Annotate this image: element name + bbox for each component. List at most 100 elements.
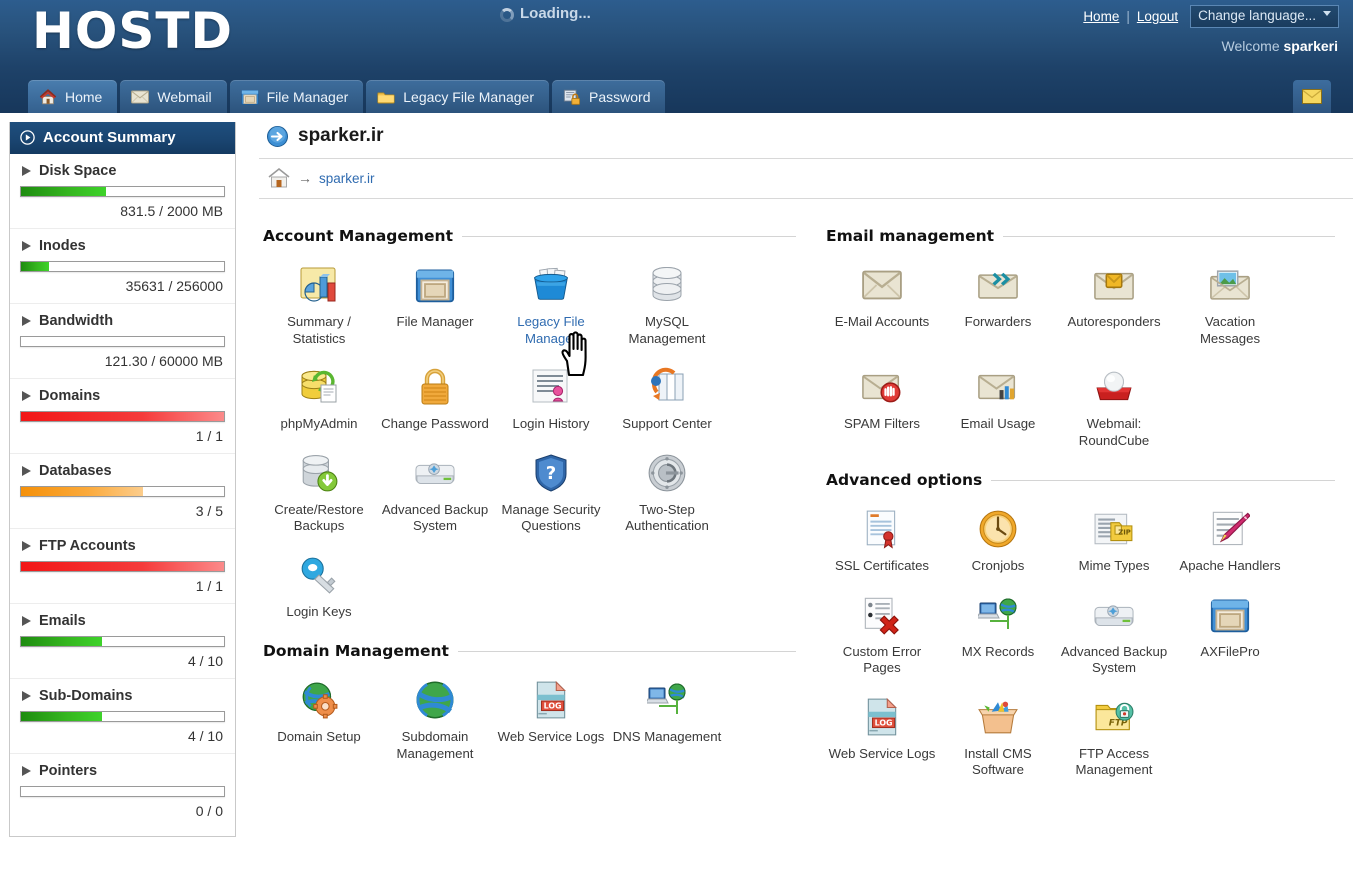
meter-title[interactable]: Bandwidth [20, 310, 225, 336]
network-globe-icon [978, 598, 1017, 629]
tile-phpmyadmin[interactable]: phpMyAdmin [261, 355, 377, 441]
logout-link[interactable]: Logout [1137, 9, 1178, 24]
tile-legacy-file-manager[interactable]: Legacy File Manager [493, 253, 609, 355]
tile-spam-filters[interactable]: SPAM Filters [824, 355, 940, 457]
tile-label: Create/Restore Backups [274, 501, 364, 534]
tile-icon-wrap [1208, 263, 1252, 307]
tab-webmail[interactable]: Webmail [120, 80, 227, 113]
tile-advanced-backup-system[interactable]: Advanced Backup System [1056, 583, 1172, 685]
header-mail-button[interactable] [1293, 80, 1331, 113]
tile-mysql-management[interactable]: MySQL Management [609, 253, 725, 355]
tile-domain-setup[interactable]: Domain Setup [261, 668, 377, 770]
tile-axfilepro[interactable]: AXFilePro [1172, 583, 1288, 685]
meter-bar [20, 411, 225, 422]
tile-icon-wrap [529, 365, 573, 409]
page-title: sparker.ir [298, 125, 384, 146]
tile-two-step-authentication[interactable]: Two-Step Authentication [609, 441, 725, 543]
meter-ftp-accounts: FTP Accounts 1 / 1 [10, 529, 235, 604]
tile-support-center[interactable]: Support Center [609, 355, 725, 441]
chart-icon [300, 267, 336, 302]
tile-subdomain-management[interactable]: Subdomain Management [377, 668, 493, 770]
tile-icon-wrap [413, 263, 457, 307]
tile-label: Advanced Backup System [381, 501, 489, 534]
tile-e-mail-accounts[interactable]: E-Mail Accounts [824, 253, 940, 355]
meter-bandwidth: Bandwidth 121.30 / 60000 MB [10, 304, 235, 379]
meter-title[interactable]: FTP Accounts [20, 535, 225, 561]
section-title: Email management [826, 227, 995, 245]
tab-label: Legacy File Manager [403, 88, 535, 105]
tile-mime-types[interactable]: ZIP Mime Types [1056, 497, 1172, 583]
meter-title[interactable]: Databases [20, 460, 225, 486]
tile-install-cms-software[interactable]: Install CMS Software [940, 685, 1056, 787]
envelope-block-icon [862, 374, 901, 403]
tile-vacation-messages[interactable]: Vacation Messages [1172, 253, 1288, 355]
tile-forwarders[interactable]: Forwarders [940, 253, 1056, 355]
tile-apache-handlers[interactable]: Apache Handlers [1172, 497, 1288, 583]
right-column: Email management E-Mail Accounts Forwarder… [814, 213, 1353, 787]
meter-sub-domains: Sub-Domains 4 / 10 [10, 679, 235, 754]
tile-custom-error-pages[interactable]: Custom Error Pages [824, 583, 940, 685]
tile-create-restore-backups[interactable]: Create/Restore Backups [261, 441, 377, 543]
meter-bar [20, 186, 225, 197]
tile-web-service-logs[interactable]: LOG Web Service Logs [824, 685, 940, 787]
meter-domains: Domains 1 / 1 [10, 379, 235, 454]
tab-password[interactable]: Password [552, 80, 666, 113]
tile-web-service-logs[interactable]: LOG Web Service Logs [493, 668, 609, 770]
meter-title[interactable]: Pointers [20, 760, 225, 786]
tile-label: Login Keys [286, 603, 352, 619]
icon-grid-account-management: Summary / Statistics File Manager Legacy F… [259, 253, 814, 628]
tile-label: Summary / Statistics [287, 314, 351, 346]
meter-bar [20, 261, 225, 272]
triangle-right-icon [22, 766, 31, 776]
tile-mx-records[interactable]: MX Records [940, 583, 1056, 685]
tile-email-usage[interactable]: Email Usage [940, 355, 1056, 457]
tile-label: Two-Step Authentication [625, 501, 709, 534]
triangle-right-icon [22, 541, 31, 551]
meter-title[interactable]: Inodes [20, 235, 225, 261]
tab-home[interactable]: Home [28, 80, 118, 113]
icon-grid-email-management: E-Mail Accounts Forwarders Autoresponders V… [822, 253, 1353, 457]
meter-title[interactable]: Domains [20, 385, 225, 411]
meter-bar-fill [21, 412, 224, 421]
tile-login-keys[interactable]: Login Keys [261, 543, 377, 629]
tile-icon-wrap [976, 507, 1020, 551]
tile-ftp-access-management[interactable]: FTP FTP Access Management [1056, 685, 1172, 787]
tile-icon-wrap [297, 263, 341, 307]
breadcrumb-domain-link[interactable]: sparker.ir [319, 171, 375, 186]
home-link[interactable]: Home [1083, 9, 1119, 24]
main-content: sparker.ir → sparker.ir Account Manageme… [245, 113, 1353, 872]
file-cabinet-icon [415, 269, 455, 303]
tile-autoresponders[interactable]: Autoresponders [1056, 253, 1172, 355]
globe-icon [416, 681, 454, 719]
section-divider [457, 650, 796, 652]
tile-ssl-certificates[interactable]: SSL Certificates [824, 497, 940, 583]
meter-title[interactable]: Emails [20, 610, 225, 636]
tile-summary-statistics[interactable]: Summary / Statistics [261, 253, 377, 355]
tile-file-manager[interactable]: File Manager [377, 253, 493, 355]
tile-label: Forwarders [964, 314, 1032, 329]
tile-login-history[interactable]: Login History [493, 355, 609, 441]
tile-label: Manage Security Questions [501, 501, 601, 534]
tile-icon-wrap [1092, 593, 1136, 637]
tile-manage-security-questions[interactable]: ? Manage Security Questions [493, 441, 609, 543]
loading-label: Loading... [520, 4, 591, 22]
meter-title[interactable]: Sub-Domains [20, 685, 225, 711]
hard-drive-icon [415, 462, 455, 484]
tab-file-manager[interactable]: File Manager [229, 80, 364, 113]
tile-icon-wrap [297, 365, 341, 409]
tile-dns-management[interactable]: DNS Management [609, 668, 725, 770]
change-language-select[interactable]: Change language... [1190, 5, 1339, 28]
tile-cronjobs[interactable]: Cronjobs [940, 497, 1056, 583]
tab-legacy-file-manager[interactable]: Legacy File Manager [366, 80, 550, 113]
tile-label: Vacation Messages [1199, 314, 1261, 346]
tile-change-password[interactable]: Change Password [377, 355, 493, 441]
tile-advanced-backup-system[interactable]: Advanced Backup System [377, 441, 493, 543]
card-box-icon [534, 267, 568, 300]
tile-icon-wrap: ? [529, 451, 573, 495]
cms-box-icon [978, 701, 1018, 733]
meter-bar [20, 636, 225, 647]
tile-webmail-roundcube[interactable]: Webmail: RoundCube [1056, 355, 1172, 457]
meter-label: Bandwidth [39, 313, 114, 329]
meter-title[interactable]: Disk Space [20, 160, 225, 186]
breadcrumb: → sparker.ir [259, 159, 1353, 199]
